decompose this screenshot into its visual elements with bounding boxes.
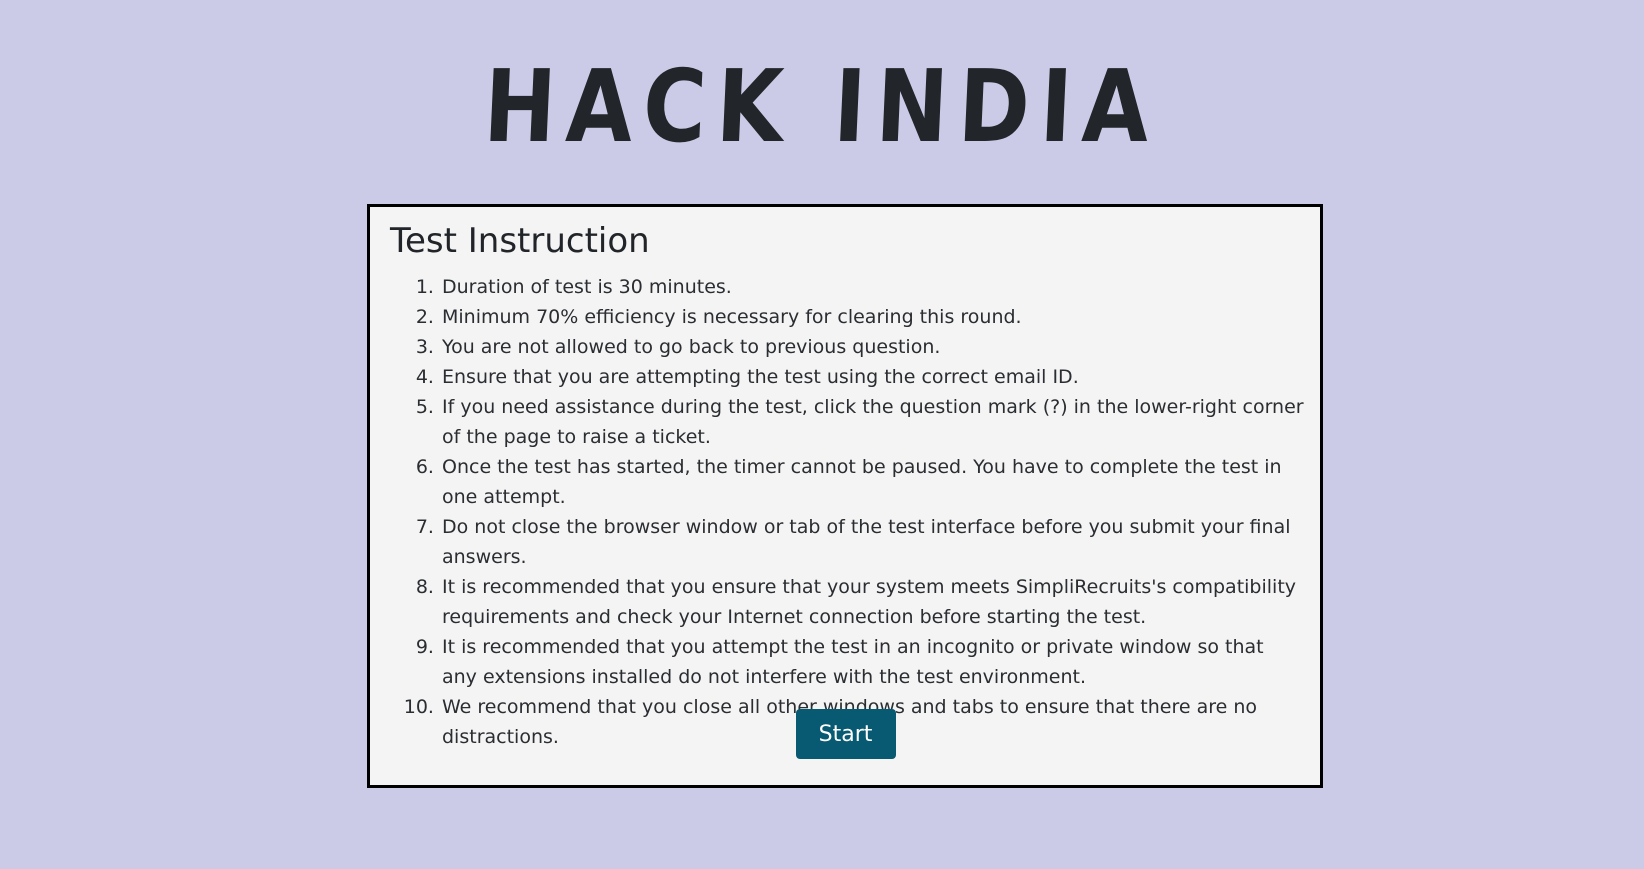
instruction-item: You are not allowed to go back to previo…	[440, 332, 1304, 362]
instruction-item: Do not close the browser window or tab o…	[440, 512, 1304, 572]
start-button[interactable]: Start	[795, 709, 896, 759]
instructions-card: Test Instruction Duration of test is 30 …	[367, 204, 1323, 788]
start-button-container: Start	[370, 709, 1320, 759]
instruction-item: Once the test has started, the timer can…	[440, 452, 1304, 512]
instruction-item: It is recommended that you ensure that y…	[440, 572, 1304, 632]
instruction-list: Duration of test is 30 minutes. Minimum …	[390, 272, 1304, 752]
instruction-item: Minimum 70% efficiency is necessary for …	[440, 302, 1304, 332]
instruction-item: Duration of test is 30 minutes.	[440, 272, 1304, 302]
logo-title: HACK INDIA	[481, 48, 1163, 165]
instruction-item: Ensure that you are attempting the test …	[440, 362, 1304, 392]
instruction-item: It is recommended that you attempt the t…	[440, 632, 1304, 692]
card-title: Test Instruction	[390, 221, 650, 261]
instruction-item: If you need assistance during the test, …	[440, 392, 1304, 452]
header: HACK INDIA	[0, 48, 1644, 165]
